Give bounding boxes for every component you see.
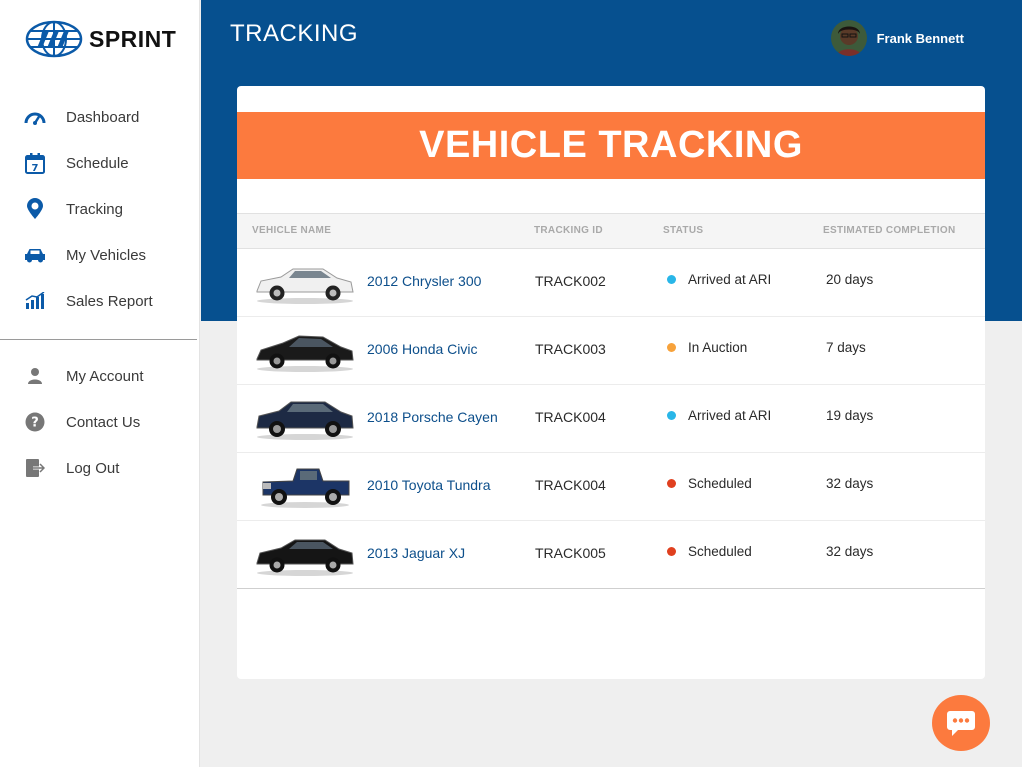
user-icon <box>24 365 46 387</box>
tracking-id: TRACK003 <box>535 341 606 357</box>
vehicle-image <box>253 397 357 441</box>
sidebar-item-label: Dashboard <box>66 108 140 126</box>
status-text: In Auction <box>688 340 748 355</box>
gauge-icon <box>24 106 46 128</box>
car-icon <box>24 244 46 266</box>
sidebar-item-sales-report[interactable]: Sales Report <box>0 278 200 324</box>
column-header-estimated-completion[interactable]: ESTIMATED COMPLETION <box>823 225 955 236</box>
sidebar-item-label: Schedule <box>66 154 129 172</box>
status-badge: Arrived at ARI <box>667 408 771 423</box>
question-icon: ? <box>24 411 46 433</box>
tracking-table: 2012 Chrysler 300 TRACK002 Arrived at AR… <box>237 249 985 589</box>
vehicle-name-link[interactable]: 2018 Porsche Cayen <box>367 409 498 425</box>
vehicle-image <box>253 465 357 509</box>
table-row[interactable]: 2013 Jaguar XJ TRACK005 Scheduled 32 day… <box>237 521 985 589</box>
status-text: Arrived at ARI <box>688 272 772 287</box>
vehicle-name-link[interactable]: 2013 Jaguar XJ <box>367 545 465 561</box>
status-dot <box>667 275 676 284</box>
bar-chart-icon <box>24 290 46 312</box>
sidebar-item-my-vehicles[interactable]: My Vehicles <box>0 232 200 278</box>
sidebar-item-log-out[interactable]: Log Out <box>0 445 200 491</box>
estimated-completion: 7 days <box>826 340 866 355</box>
globe-logo-icon <box>25 20 83 58</box>
sidebar-item-dashboard[interactable]: Dashboard <box>0 94 200 140</box>
banner-title: VEHICLE TRACKING <box>419 124 803 166</box>
sidebar-item-label: My Account <box>66 367 144 385</box>
table-header: VEHICLE NAME TRACKING ID STATUS ESTIMATE… <box>237 213 985 249</box>
sidebar-item-label: Log Out <box>66 459 120 477</box>
tracking-id: TRACK004 <box>535 477 606 493</box>
sidebar-item-label: Tracking <box>66 200 123 218</box>
status-badge: Arrived at ARI <box>667 272 771 287</box>
vehicle-name-link[interactable]: 2012 Chrysler 300 <box>367 273 481 289</box>
vehicle-image <box>253 533 357 577</box>
table-row[interactable]: 2006 Honda Civic TRACK003 In Auction 7 d… <box>237 317 985 385</box>
page-title: TRACKING <box>230 20 359 47</box>
estimated-completion: 32 days <box>826 476 874 491</box>
map-pin-icon <box>24 198 46 220</box>
estimated-completion: 19 days <box>826 408 874 423</box>
status-badge: Scheduled <box>667 476 752 491</box>
calendar-icon: 7 <box>24 152 46 174</box>
tracking-id: TRACK004 <box>535 409 606 425</box>
status-dot <box>667 547 676 556</box>
main-nav: Dashboard 7 Schedule Tracking My Vehicle… <box>0 94 200 324</box>
estimated-completion: 20 days <box>826 272 874 287</box>
chat-button[interactable] <box>932 695 990 751</box>
vehicle-tracking-card: VEHICLE TRACKING VEHICLE NAME TRACKING I… <box>237 86 985 679</box>
tracking-id: TRACK005 <box>535 545 606 561</box>
status-text: Scheduled <box>688 544 752 559</box>
chat-bubble-icon <box>947 711 975 736</box>
sidebar-item-tracking[interactable]: Tracking <box>0 186 200 232</box>
status-dot <box>667 479 676 488</box>
vehicle-image <box>253 261 357 305</box>
table-row[interactable]: 2018 Porsche Cayen TRACK004 Arrived at A… <box>237 385 985 453</box>
status-text: Scheduled <box>688 476 752 491</box>
user-name: Frank Bennett <box>876 30 964 46</box>
vehicle-image <box>253 329 357 373</box>
sidebar-item-label: Sales Report <box>66 292 153 310</box>
status-dot <box>667 343 676 352</box>
avatar[interactable] <box>830 20 867 56</box>
status-dot <box>667 411 676 420</box>
tracking-id: TRACK002 <box>535 273 606 289</box>
tracking-banner: VEHICLE TRACKING <box>237 112 985 179</box>
brand-logo[interactable]: SPRINT <box>25 20 176 58</box>
table-row[interactable]: 2012 Chrysler 300 TRACK002 Arrived at AR… <box>237 249 985 317</box>
column-header-tracking-id[interactable]: TRACKING ID <box>534 225 603 236</box>
sidebar-item-label: My Vehicles <box>66 246 147 264</box>
vehicle-name-link[interactable]: 2006 Honda Civic <box>367 341 478 357</box>
estimated-completion: 32 days <box>826 544 874 559</box>
sidebar-divider <box>0 339 197 340</box>
brand-name: SPRINT <box>89 25 177 52</box>
logout-icon <box>24 457 46 479</box>
vehicle-name-link[interactable]: 2010 Toyota Tundra <box>367 477 491 493</box>
sidebar-item-contact-us[interactable]: ? Contact Us <box>0 399 200 445</box>
svg-text:?: ? <box>31 416 39 431</box>
sidebar-item-label: Contact Us <box>66 413 141 431</box>
status-text: Arrived at ARI <box>688 408 772 423</box>
user-menu[interactable]: Frank Bennett <box>830 20 964 56</box>
column-header-vehicle-name[interactable]: VEHICLE NAME <box>252 225 331 236</box>
svg-text:7: 7 <box>32 163 39 174</box>
sidebar: SPRINT Dashboard 7 Schedule Tracking My … <box>0 0 200 767</box>
status-badge: Scheduled <box>667 544 752 559</box>
status-badge: In Auction <box>667 340 747 355</box>
column-header-status[interactable]: STATUS <box>663 225 703 236</box>
table-row[interactable]: 2010 Toyota Tundra TRACK004 Scheduled 32… <box>237 453 985 521</box>
sidebar-item-my-account[interactable]: My Account <box>0 353 200 399</box>
account-nav: My Account ? Contact Us Log Out <box>0 353 200 491</box>
sidebar-item-schedule[interactable]: 7 Schedule <box>0 140 200 186</box>
